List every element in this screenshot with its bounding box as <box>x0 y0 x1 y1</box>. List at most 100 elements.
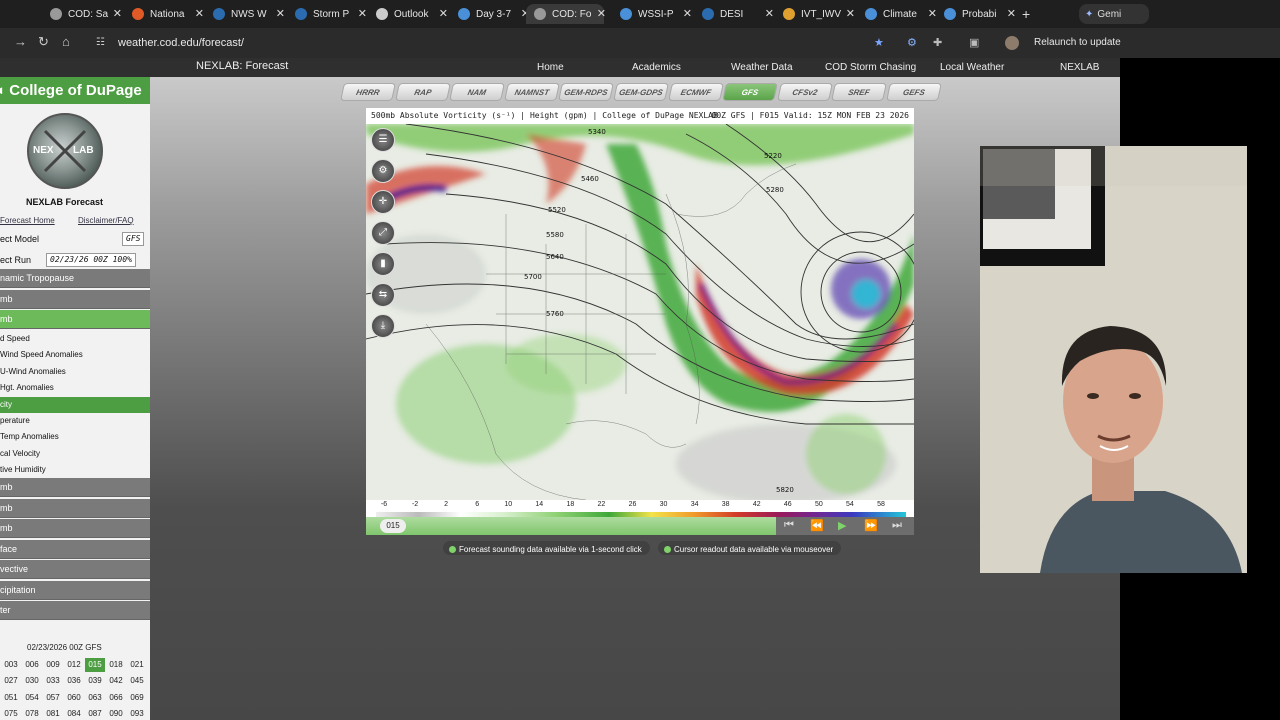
first-frame-icon[interactable]: ⏮ <box>784 519 794 532</box>
zoom-icon[interactable]: ⤢ <box>371 221 395 245</box>
puzzle-icon[interactable]: ✚ <box>933 36 947 50</box>
forecast-home-link[interactable]: Forecast Home <box>0 216 55 225</box>
nav-local-weather[interactable]: Local Weather <box>940 62 1004 73</box>
browser-tab[interactable]: WSSI-P ✕ <box>620 4 692 24</box>
product-item[interactable]: perature <box>0 413 150 429</box>
forecast-hour-button[interactable]: 039 <box>85 674 105 688</box>
product-item[interactable]: U-Wind Anomalies <box>0 364 150 380</box>
category-item[interactable]: mb <box>0 289 150 309</box>
product-item[interactable]: city <box>0 396 150 413</box>
model-button[interactable]: ECMWF <box>667 83 724 101</box>
nav-weather-data[interactable]: Weather Data <box>731 62 793 73</box>
category-item[interactable]: mb <box>0 310 150 329</box>
tab-close-icon[interactable]: ✕ <box>439 7 448 20</box>
product-item[interactable]: cal Velocity <box>0 446 150 462</box>
frame-indicator[interactable]: 015 <box>380 519 406 533</box>
tab-close-icon[interactable]: ✕ <box>846 7 855 20</box>
product-item[interactable]: Hgt. Anomalies <box>0 380 150 396</box>
forecast-hour-button[interactable]: 021 <box>127 658 147 672</box>
split-view-icon[interactable]: ▣ <box>969 36 983 50</box>
gemini-tab[interactable]: ✦ Gemi <box>1079 4 1149 24</box>
browser-tab[interactable]: Probabi ✕ <box>944 4 1016 24</box>
crosshair-icon[interactable]: ✛ <box>371 190 395 214</box>
run-select[interactable]: 02/23/26 00Z 100% <box>46 253 136 267</box>
model-button[interactable]: GFS <box>722 83 779 101</box>
browser-tab[interactable]: COD: Sa ✕ <box>50 4 122 24</box>
tab-close-icon[interactable]: ✕ <box>597 7 606 20</box>
extension-icon[interactable]: ⚙ <box>907 36 921 50</box>
disclaimer-link[interactable]: Disclaimer/FAQ <box>78 216 134 225</box>
forecast-hour-button[interactable]: 075 <box>1 707 21 720</box>
fast-forward-icon[interactable]: ⏩ <box>864 519 878 532</box>
nav-home[interactable]: Home <box>537 62 564 73</box>
forecast-hour-button[interactable]: 084 <box>64 707 84 720</box>
tab-close-icon[interactable]: ✕ <box>928 7 937 20</box>
nav-storm-chasing[interactable]: COD Storm Chasing <box>825 62 916 73</box>
browser-tab[interactable]: Storm P ✕ <box>295 4 367 24</box>
forecast-hour-button[interactable]: 069 <box>127 691 147 705</box>
browser-tab[interactable]: Climate ✕ <box>865 4 937 24</box>
forecast-hour-button[interactable]: 057 <box>43 691 63 705</box>
tab-close-icon[interactable]: ✕ <box>276 7 285 20</box>
tab-close-icon[interactable]: ✕ <box>683 7 692 20</box>
last-frame-icon[interactable]: ⏭ <box>892 519 902 532</box>
category-item[interactable]: namic Tropopause <box>0 269 150 288</box>
nav-academics[interactable]: Academics <box>632 62 681 73</box>
model-button[interactable]: GEM-RDPS <box>558 83 615 101</box>
profile-avatar[interactable] <box>1005 36 1019 50</box>
browser-tab[interactable]: Outlook ✕ <box>376 4 448 24</box>
forecast-hour-button[interactable]: 027 <box>1 674 21 688</box>
home-icon[interactable]: ⌂ <box>62 34 70 49</box>
nav-nexlab[interactable]: NEXLAB <box>1060 62 1099 73</box>
tab-close-icon[interactable]: ✕ <box>195 7 204 20</box>
model-select[interactable]: GFS <box>122 232 145 246</box>
tab-close-icon[interactable]: ✕ <box>358 7 367 20</box>
browser-tab[interactable]: Day 3-7✕ <box>458 4 530 24</box>
forecast-hour-button[interactable]: 009 <box>43 658 63 672</box>
forecast-hour-button[interactable]: 006 <box>22 658 42 672</box>
new-tab-button[interactable]: + <box>1022 6 1030 22</box>
tab-close-icon[interactable]: ✕ <box>765 7 774 20</box>
gear-icon[interactable]: ⚙ <box>371 159 395 183</box>
forecast-hour-button[interactable]: 015 <box>85 658 105 672</box>
forecast-hour-button[interactable]: 003 <box>1 658 21 672</box>
forecast-hour-button[interactable]: 051 <box>1 691 21 705</box>
layers-icon[interactable]: ☰ <box>371 128 395 152</box>
product-item[interactable]: Temp Anomalies <box>0 429 150 445</box>
forecast-hour-button[interactable]: 054 <box>22 691 42 705</box>
category-item[interactable]: vective <box>0 560 150 579</box>
site-info-icon[interactable]: ☷ <box>96 37 108 49</box>
forecast-hour-button[interactable]: 066 <box>106 691 126 705</box>
rewind-icon[interactable]: ⏪ <box>810 519 824 532</box>
cod-header[interactable]: ◖ College of DuPage <box>0 77 150 104</box>
product-item[interactable]: tive Humidity <box>0 462 150 478</box>
forecast-hour-button[interactable]: 081 <box>43 707 63 720</box>
forecast-hour-button[interactable]: 087 <box>85 707 105 720</box>
category-item[interactable]: mb <box>0 498 150 518</box>
category-item[interactable]: cipitation <box>0 580 150 600</box>
browser-tab[interactable]: DESI ✕ <box>702 4 774 24</box>
vorticity-map[interactable]: 5340 5220 5460 5280 5520 5580 5640 5700 5760 5820 <box>366 124 914 500</box>
model-button[interactable]: SREF <box>831 83 888 101</box>
play-icon[interactable]: ▶ <box>838 519 846 532</box>
reload-icon[interactable]: ↻ <box>38 34 49 50</box>
download-icon[interactable]: ⤓ <box>371 314 395 338</box>
forecast-hour-button[interactable]: 045 <box>127 674 147 688</box>
model-button[interactable]: NAM <box>449 83 506 101</box>
address-bar[interactable]: ☷ weather.cod.edu/forecast/ <box>86 31 896 55</box>
forecast-hour-button[interactable]: 060 <box>64 691 84 705</box>
sounding-icon[interactable]: ▮ <box>371 252 395 276</box>
forecast-hour-button[interactable]: 018 <box>106 658 126 672</box>
model-button[interactable]: RAP <box>394 83 451 101</box>
product-item[interactable]: d Speed <box>0 331 150 347</box>
category-item[interactable]: ter <box>0 601 150 620</box>
forecast-hour-button[interactable]: 063 <box>85 691 105 705</box>
product-item[interactable]: Wind Speed Anomalies <box>0 347 150 363</box>
model-button[interactable]: HRRR <box>340 83 396 101</box>
forecast-hour-button[interactable]: 036 <box>64 674 84 688</box>
category-item[interactable]: face <box>0 539 150 559</box>
category-item[interactable]: mb <box>0 519 150 538</box>
forecast-hour-button[interactable]: 030 <box>22 674 42 688</box>
forecast-hour-button[interactable]: 012 <box>64 658 84 672</box>
model-button[interactable]: GEFS <box>886 83 942 101</box>
